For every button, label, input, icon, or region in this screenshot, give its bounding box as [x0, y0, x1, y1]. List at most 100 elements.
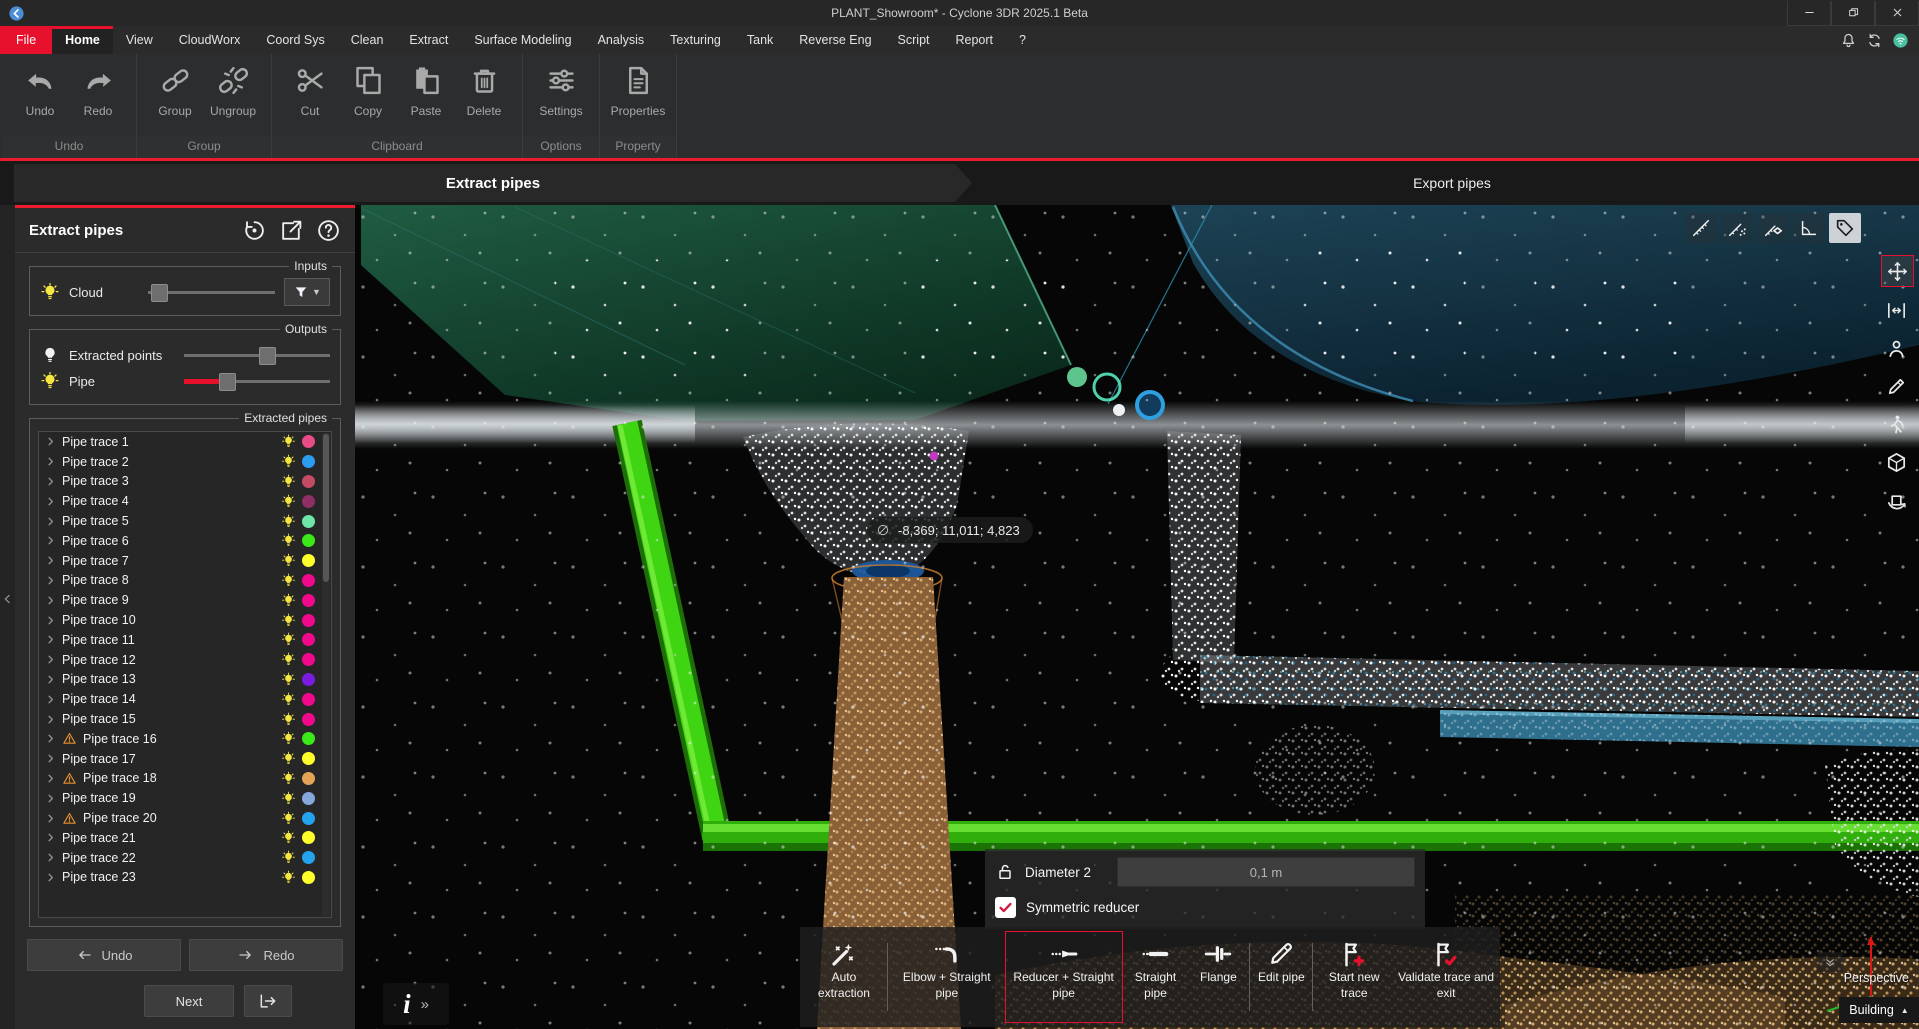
measure-cloud-button[interactable]	[1721, 213, 1753, 243]
bulb-on-icon[interactable]	[281, 454, 296, 469]
measure-surface-button[interactable]	[1757, 213, 1789, 243]
trace-color-swatch[interactable]	[302, 732, 315, 745]
copy-button[interactable]: Copy	[340, 64, 396, 118]
bulb-on-icon[interactable]	[281, 652, 296, 667]
collapse-panel-icon[interactable]	[1, 589, 14, 609]
chevron-right-icon[interactable]	[45, 793, 56, 804]
pipe-trace-row[interactable]: Pipe trace 19	[39, 788, 331, 808]
bulb-on-icon[interactable]	[40, 371, 60, 391]
chevron-right-icon[interactable]	[45, 654, 56, 665]
pipe-trace-row[interactable]: Pipe trace 18	[39, 769, 331, 789]
trace-color-swatch[interactable]	[302, 752, 315, 765]
bulb-on-icon[interactable]	[281, 573, 296, 588]
measure-distance-button[interactable]	[1685, 213, 1717, 243]
menu-item-view[interactable]: View	[113, 26, 166, 54]
trace-color-swatch[interactable]	[302, 653, 315, 666]
chevron-right-icon[interactable]	[45, 852, 56, 863]
pipe-trace-row[interactable]: Pipe trace 15	[39, 709, 331, 729]
trace-color-swatch[interactable]	[302, 792, 315, 805]
bulb-off-icon[interactable]	[40, 345, 60, 365]
group-button[interactable]: Group	[147, 64, 203, 118]
isometric-view-button[interactable]	[1881, 447, 1912, 477]
trace-color-swatch[interactable]	[302, 495, 315, 508]
bulb-on-icon[interactable]	[281, 593, 296, 608]
elbow-straight-pipe-button[interactable]: Elbow + Straight pipe	[889, 931, 1005, 1023]
reset-icon[interactable]	[242, 218, 267, 243]
offline-badge-icon[interactable]	[1892, 32, 1909, 49]
chevron-right-icon[interactable]	[45, 456, 56, 467]
menu-item-texturing[interactable]: Texturing	[657, 26, 734, 54]
pipe-trace-row[interactable]: Pipe trace 1	[39, 432, 331, 452]
redo-button[interactable]: Redo	[189, 939, 343, 971]
pipe-trace-row[interactable]: Pipe trace 22	[39, 848, 331, 868]
menu-item-home[interactable]: Home	[52, 26, 113, 54]
info-button[interactable]: i »	[383, 983, 449, 1025]
cloud-filter-button[interactable]: ▼	[284, 278, 330, 306]
flange-button[interactable]: Flange	[1188, 931, 1248, 1023]
pipe-trace-row[interactable]: Pipe trace 17	[39, 749, 331, 769]
trace-color-swatch[interactable]	[302, 515, 315, 528]
menu-item-file[interactable]: File	[0, 26, 52, 54]
rotate-view-button[interactable]	[1881, 485, 1912, 515]
menu-item-reverse-eng[interactable]: Reverse Eng	[786, 26, 884, 54]
bulb-on-icon[interactable]	[281, 514, 296, 529]
help-icon[interactable]	[316, 218, 341, 243]
reducer-straight-pipe-button[interactable]: Reducer + Straight pipe	[1005, 931, 1123, 1023]
measure-angle-button[interactable]	[1793, 213, 1825, 243]
bulb-on-icon[interactable]	[281, 731, 296, 746]
redo-button[interactable]: Redo	[70, 64, 126, 118]
trace-color-swatch[interactable]	[302, 633, 315, 646]
workflow-tab-export-pipes[interactable]: Export pipes	[1282, 161, 1622, 205]
auto-extraction-button[interactable]: Auto extraction	[802, 931, 886, 1023]
pipe-trace-row[interactable]: Pipe trace 12	[39, 650, 331, 670]
settings-button[interactable]: Settings	[533, 64, 589, 118]
chevron-right-icon[interactable]	[45, 436, 56, 447]
walkthrough-button[interactable]	[1881, 409, 1912, 439]
pipe-trace-row[interactable]: Pipe trace 13	[39, 670, 331, 690]
extracted-points-slider[interactable]	[184, 346, 330, 364]
pipe-trace-row[interactable]: Pipe trace 14	[39, 689, 331, 709]
trace-color-swatch[interactable]	[302, 614, 315, 627]
trace-color-swatch[interactable]	[302, 871, 315, 884]
paste-button[interactable]: Paste	[398, 64, 454, 118]
chevron-right-icon[interactable]	[45, 813, 56, 824]
start-new-trace-button[interactable]: Start new trace	[1314, 931, 1394, 1023]
bulb-on-icon[interactable]	[281, 830, 296, 845]
pipe-trace-row[interactable]: Pipe trace 11	[39, 630, 331, 650]
chevron-right-icon[interactable]	[45, 634, 56, 645]
chevron-right-icon[interactable]	[45, 872, 56, 883]
label-tag-button[interactable]	[1829, 213, 1861, 243]
straight-pipe-button[interactable]: Straight pipe	[1123, 931, 1189, 1023]
menu-item-coord-sys[interactable]: Coord Sys	[253, 26, 337, 54]
trace-color-swatch[interactable]	[302, 772, 315, 785]
bulb-on-icon[interactable]	[281, 434, 296, 449]
pipe-trace-row[interactable]: Pipe trace 7	[39, 551, 331, 571]
scrollbar-thumb[interactable]	[323, 434, 329, 582]
cloud-opacity-slider[interactable]	[148, 283, 275, 301]
list-scrollbar[interactable]	[322, 433, 330, 916]
toolbar-collapse-button[interactable]	[1817, 952, 1843, 972]
building-button[interactable]: Building ▲	[1839, 997, 1919, 1023]
chevron-right-icon[interactable]	[45, 535, 56, 546]
viewport-3d[interactable]: -8,369; 11,011; 4,823 Diameter 2 Symmetr…	[355, 205, 1919, 1029]
pipe-trace-row[interactable]: Pipe trace 5	[39, 511, 331, 531]
undo-button[interactable]: Undo	[12, 64, 68, 118]
pipe-trace-row[interactable]: Pipe trace 20	[39, 808, 331, 828]
bulb-on-icon[interactable]	[281, 553, 296, 568]
pipe-trace-row[interactable]: Pipe trace 4	[39, 491, 331, 511]
diameter2-input[interactable]	[1117, 857, 1415, 887]
chevron-right-icon[interactable]	[45, 773, 56, 784]
trace-color-swatch[interactable]	[302, 713, 315, 726]
trace-color-swatch[interactable]	[302, 435, 315, 448]
pipe-trace-row[interactable]: Pipe trace 10	[39, 610, 331, 630]
bulb-on-icon[interactable]	[281, 771, 296, 786]
chevron-right-icon[interactable]	[45, 496, 56, 507]
chevron-right-icon[interactable]	[45, 575, 56, 586]
chevron-right-icon[interactable]	[45, 753, 56, 764]
menu-item-surface-modeling[interactable]: Surface Modeling	[461, 26, 584, 54]
sync-icon[interactable]	[1866, 32, 1883, 49]
cut-button[interactable]: Cut	[282, 64, 338, 118]
proceed-button[interactable]	[244, 985, 292, 1017]
pipe-trace-row[interactable]: Pipe trace 3	[39, 472, 331, 492]
next-button[interactable]: Next	[144, 985, 234, 1017]
